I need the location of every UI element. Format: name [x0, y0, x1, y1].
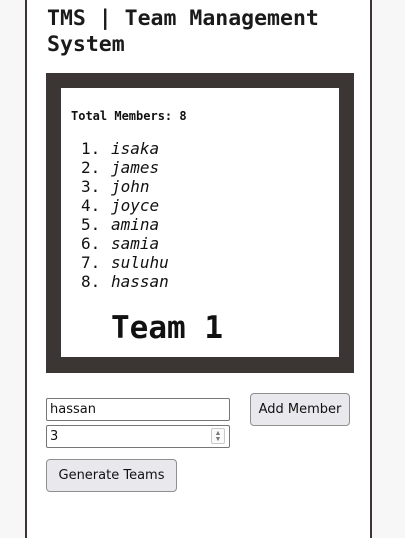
list-item: 4. joyce [81, 196, 169, 215]
page-title: TMS | Team Management System [47, 6, 319, 57]
member-name-input[interactable] [46, 398, 230, 421]
list-item-number: 5. [81, 215, 101, 234]
add-member-button[interactable]: Add Member [250, 393, 350, 426]
list-item-number: 1. [81, 139, 101, 158]
list-item: 3. john [81, 177, 169, 196]
list-item: 2. james [81, 158, 169, 177]
total-members-label: Total Members: 8 [71, 109, 187, 123]
list-item-number: 4. [81, 196, 101, 215]
member-name: john [111, 177, 150, 196]
list-item: 7. suluhu [81, 253, 169, 272]
member-name: samia [111, 234, 160, 253]
list-item-number: 8. [81, 272, 101, 291]
team-name-heading: Team 1 [111, 310, 223, 346]
page-container: TMS | Team Management System Total Membe… [25, 0, 372, 538]
team-card-frame: Total Members: 8 1. isaka 2. james 3. john … [46, 73, 354, 373]
member-name: joyce [111, 196, 160, 215]
list-item-number: 2. [81, 158, 101, 177]
member-name: hassan [111, 272, 169, 291]
member-list: 1. isaka 2. james 3. john 4. joyce 5. amina 6… [81, 139, 169, 291]
member-name: james [111, 158, 160, 177]
list-item: 8. hassan [81, 272, 169, 291]
number-spinner[interactable]: ▲ ▼ [211, 428, 225, 444]
list-item: 6. samia [81, 234, 169, 253]
generate-teams-button[interactable]: Generate Teams [46, 459, 177, 492]
team-card: Total Members: 8 1. isaka 2. james 3. john … [61, 88, 339, 357]
member-name: isaka [111, 139, 160, 158]
list-item-number: 7. [81, 253, 101, 272]
chevron-down-icon[interactable]: ▼ [214, 436, 222, 443]
team-count-input[interactable] [46, 425, 230, 448]
member-name: suluhu [111, 253, 169, 272]
list-item-number: 6. [81, 234, 101, 253]
list-item-number: 3. [81, 177, 101, 196]
member-name: amina [111, 215, 160, 234]
list-item: 1. isaka [81, 139, 169, 158]
team-count-stepper: ▲ ▼ [46, 425, 230, 448]
list-item: 5. amina [81, 215, 169, 234]
